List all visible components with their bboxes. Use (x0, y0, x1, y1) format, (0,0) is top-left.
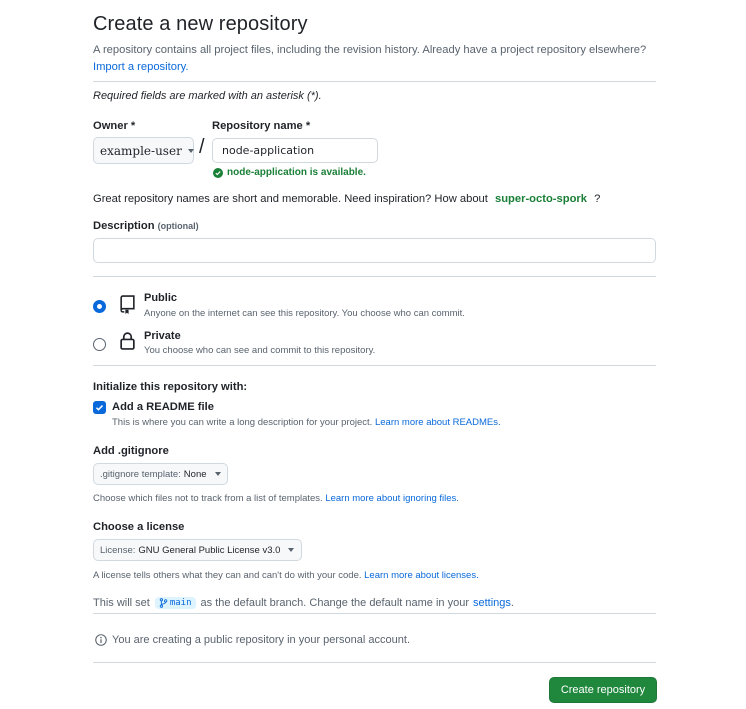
description-label: Description (optional) (93, 220, 199, 232)
info-text: You are creating a public repository in … (112, 634, 410, 646)
private-radio[interactable] (93, 338, 106, 351)
check-circle-icon (213, 167, 223, 178)
import-repository-link[interactable]: Import a repository. (93, 61, 189, 73)
license-select-key: License: (100, 544, 136, 556)
info-icon (95, 634, 107, 646)
gitignore-desc: Choose which files not to track from a l… (93, 493, 459, 504)
suggested-name[interactable]: super-octo-spork (495, 193, 587, 205)
owner-value: example-user (100, 143, 182, 158)
readme-checkbox[interactable] (93, 401, 106, 414)
public-radio[interactable] (93, 300, 106, 313)
divider (93, 613, 656, 614)
divider (93, 276, 656, 277)
settings-link[interactable]: settings (473, 597, 511, 609)
readme-label[interactable]: Add a README file (112, 401, 214, 413)
readme-learn-more-link[interactable]: Learn more about READMEs. (375, 417, 501, 428)
required-note: Required fields are marked with an aster… (93, 90, 322, 102)
default-branch-note: This will set main as the default branch… (93, 597, 514, 609)
optional-tag: (optional) (157, 221, 199, 231)
gitignore-heading: Add .gitignore (93, 445, 169, 457)
availability-message: node-application is available. (213, 167, 366, 178)
description-label-text: Description (93, 220, 155, 232)
divider (93, 81, 656, 82)
divider (93, 662, 656, 663)
gitignore-select-key: .gitignore template: (100, 468, 181, 480)
license-select[interactable]: License: GNU General Public License v3.0 (93, 539, 302, 561)
owner-select[interactable]: example-user (93, 137, 194, 164)
inspiration-end: ? (594, 193, 601, 205)
license-select-value: GNU General Public License v3.0 (138, 544, 281, 556)
divider (93, 365, 656, 366)
inspiration-text: Great repository names are short and mem… (93, 193, 488, 205)
chevron-down-icon (187, 148, 194, 153)
description-input[interactable] (93, 238, 656, 263)
create-repository-button[interactable]: Create repository (549, 677, 657, 703)
init-heading: Initialize this repository with: (93, 381, 248, 393)
subtitle-text: A repository contains all project files,… (93, 44, 647, 56)
repo-icon (120, 295, 135, 314)
owner-repo-separator: / (199, 136, 205, 158)
gitignore-select[interactable]: .gitignore template: None (93, 463, 228, 485)
readme-desc: This is where you can write a long descr… (112, 417, 501, 428)
public-desc: Anyone on the internet can see this repo… (144, 308, 465, 319)
page-subtitle: A repository contains all project files,… (93, 42, 663, 76)
public-title: Public (144, 292, 178, 304)
gitignore-select-value: None (183, 468, 207, 480)
repo-name-input[interactable] (212, 138, 378, 163)
name-inspiration: Great repository names are short and mem… (93, 193, 600, 205)
license-desc: A license tells others what they can and… (93, 570, 479, 581)
branch-name-badge: main (154, 597, 196, 609)
private-title: Private (144, 330, 181, 342)
chevron-down-icon (214, 472, 221, 476)
gitignore-learn-more-link[interactable]: Learn more about ignoring files. (325, 493, 459, 504)
create-repo-page: Create a new repository A repository con… (0, 0, 746, 709)
page-title: Create a new repository (93, 13, 308, 35)
branch-prefix: This will set (93, 597, 150, 609)
branch-name: main (169, 598, 192, 608)
license-heading: Choose a license (93, 521, 185, 533)
git-branch-icon (159, 598, 168, 608)
branch-end: . (510, 597, 514, 609)
branch-middle: as the default branch. Change the defaul… (200, 597, 469, 609)
license-desc-text: A license tells others what they can and… (93, 570, 362, 581)
private-desc: You choose who can see and commit to thi… (144, 345, 376, 356)
readme-desc-text: This is where you can write a long descr… (112, 417, 373, 428)
chevron-down-icon (288, 548, 295, 552)
owner-label: Owner * (93, 120, 136, 132)
availability-text: node-application is available. (227, 167, 366, 178)
repo-name-label: Repository name * (212, 120, 311, 132)
gitignore-desc-text: Choose which files not to track from a l… (93, 493, 323, 504)
info-message: You are creating a public repository in … (95, 634, 410, 646)
lock-icon (120, 332, 135, 350)
license-learn-more-link[interactable]: Learn more about licenses. (364, 570, 479, 581)
check-icon (95, 405, 104, 411)
